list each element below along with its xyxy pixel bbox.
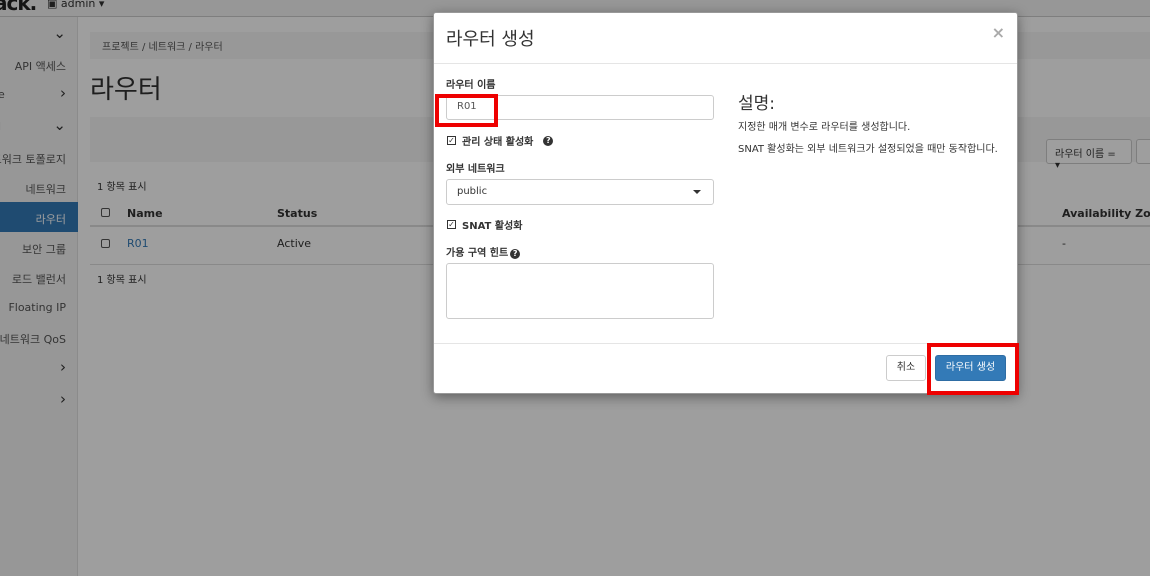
modal-title: 라우터 생성 [446,29,535,50]
modal-header: 라우터 생성 × [434,13,1017,64]
snat-label: SNAT 활성화 [462,221,523,232]
az-hint-label: 가용 구역 힌트? [446,244,521,259]
admin-state-label: 관리 상태 활성화 [462,137,534,148]
description-title: 설명: [738,94,776,114]
cancel-button[interactable]: 취소 [886,355,926,381]
admin-state-checkbox[interactable]: ✓ 관리 상태 활성화 ? [447,133,554,148]
help-icon[interactable]: ? [543,135,554,146]
external-network-value: public [457,186,488,197]
check-icon: ✓ [447,136,456,145]
snat-checkbox[interactable]: ✓ SNAT 활성화 [447,217,522,232]
create-router-modal: 라우터 생성 × 라우터 이름 R01 ✓ 관리 상태 활성화 ? 외부 네트워… [433,12,1018,394]
az-hint-input[interactable] [446,263,714,319]
external-network-select[interactable]: public [446,179,714,205]
caret-down-icon [693,190,701,194]
check-icon: ✓ [447,220,456,229]
description-text: 지정한 매개 변수로 라우터를 생성합니다. [738,122,911,133]
highlight-box [435,94,498,127]
az-hint-label-text: 가용 구역 힌트 [446,248,509,259]
router-name-label: 라우터 이름 [446,80,496,91]
external-network-label: 외부 네트워크 [446,164,505,175]
description-text: SNAT 활성화는 외부 네트워크가 설정되었을 때만 동작합니다. [738,144,998,155]
help-icon[interactable]: ? [510,249,521,259]
highlight-box [927,343,1019,395]
close-icon[interactable]: × [992,23,1005,42]
